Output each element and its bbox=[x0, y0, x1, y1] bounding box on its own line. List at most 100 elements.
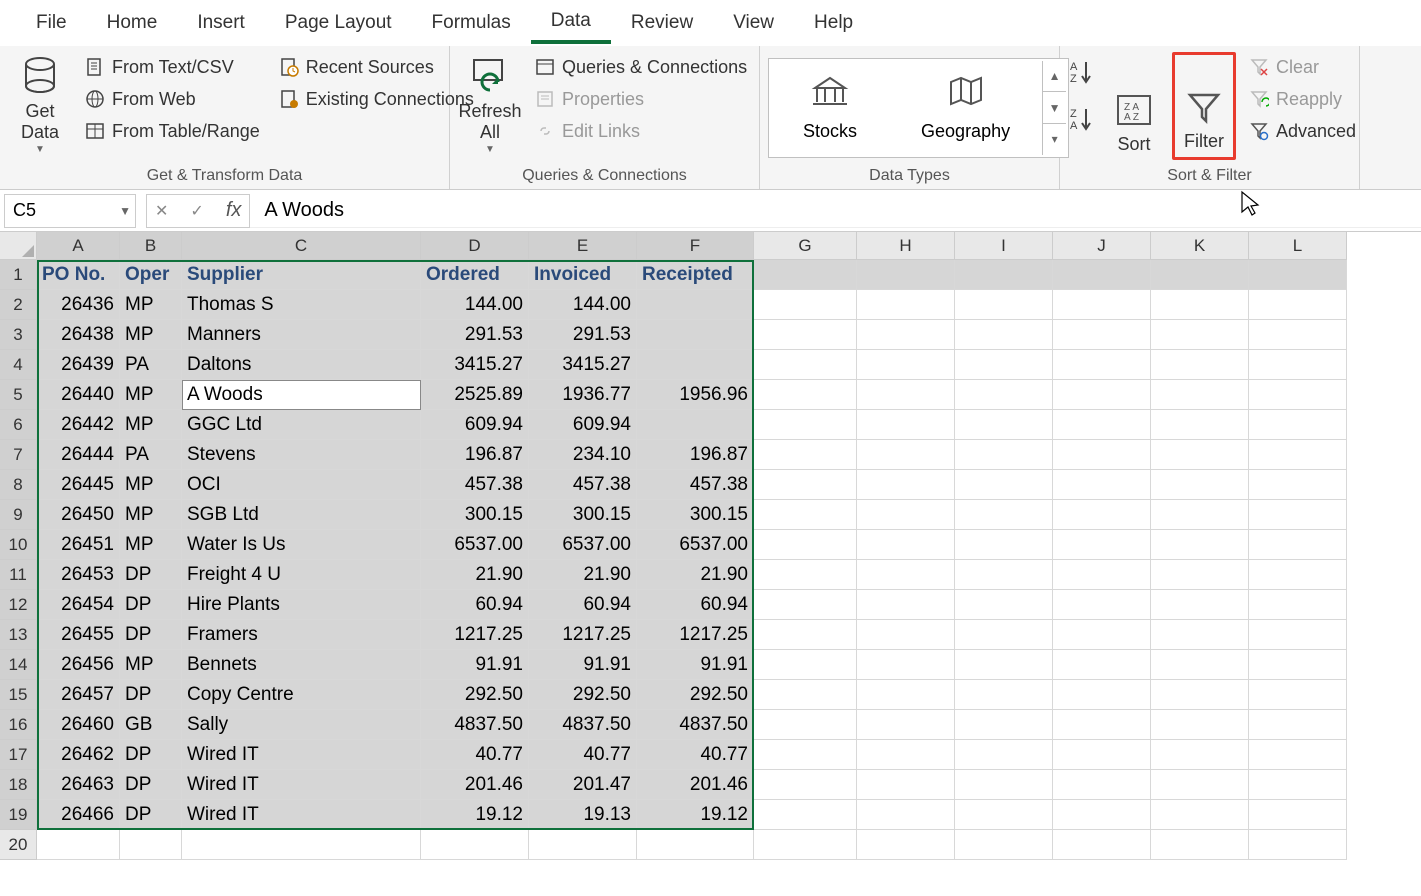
col-header-B[interactable]: B bbox=[120, 232, 182, 260]
cell-E1[interactable]: Invoiced bbox=[529, 260, 637, 290]
cell-D19[interactable]: 19.12 bbox=[421, 800, 529, 830]
tab-formulas[interactable]: Formulas bbox=[412, 4, 531, 42]
cell-J7[interactable] bbox=[1053, 440, 1151, 470]
row-header-12[interactable]: 12 bbox=[0, 590, 37, 620]
cell-E13[interactable]: 1217.25 bbox=[529, 620, 637, 650]
row-header-20[interactable]: 20 bbox=[0, 830, 37, 860]
cell-J15[interactable] bbox=[1053, 680, 1151, 710]
cell-G8[interactable] bbox=[754, 470, 857, 500]
cell-F7[interactable]: 196.87 bbox=[637, 440, 754, 470]
row-header-8[interactable]: 8 bbox=[0, 470, 37, 500]
advanced-button[interactable]: Advanced bbox=[1242, 116, 1362, 146]
row-header-19[interactable]: 19 bbox=[0, 800, 37, 830]
tab-home[interactable]: Home bbox=[87, 4, 178, 42]
cell-K15[interactable] bbox=[1151, 680, 1249, 710]
cell-K8[interactable] bbox=[1151, 470, 1249, 500]
cell-I9[interactable] bbox=[955, 500, 1053, 530]
row-header-9[interactable]: 9 bbox=[0, 500, 37, 530]
cell-B17[interactable]: DP bbox=[120, 740, 182, 770]
cell-A12[interactable]: 26454 bbox=[37, 590, 120, 620]
cell-I20[interactable] bbox=[955, 830, 1053, 860]
cell-G5[interactable] bbox=[754, 380, 857, 410]
cell-I10[interactable] bbox=[955, 530, 1053, 560]
cell-C16[interactable]: Sally bbox=[182, 710, 421, 740]
cell-K14[interactable] bbox=[1151, 650, 1249, 680]
cell-J8[interactable] bbox=[1053, 470, 1151, 500]
row-header-13[interactable]: 13 bbox=[0, 620, 37, 650]
cell-I7[interactable] bbox=[955, 440, 1053, 470]
cell-C1[interactable]: Supplier bbox=[182, 260, 421, 290]
cell-F18[interactable]: 201.46 bbox=[637, 770, 754, 800]
cell-K17[interactable] bbox=[1151, 740, 1249, 770]
chevron-down-icon[interactable]: ▼ bbox=[119, 204, 131, 218]
cell-B12[interactable]: DP bbox=[120, 590, 182, 620]
cell-K11[interactable] bbox=[1151, 560, 1249, 590]
cell-K16[interactable] bbox=[1151, 710, 1249, 740]
cell-L10[interactable] bbox=[1249, 530, 1347, 560]
cell-I13[interactable] bbox=[955, 620, 1053, 650]
geography-button[interactable]: Geography bbox=[889, 66, 1042, 150]
cell-C2[interactable]: Thomas S bbox=[182, 290, 421, 320]
cell-G13[interactable] bbox=[754, 620, 857, 650]
cell-K18[interactable] bbox=[1151, 770, 1249, 800]
cell-C11[interactable]: Freight 4 U bbox=[182, 560, 421, 590]
queries-connections-button[interactable]: Queries & Connections bbox=[528, 52, 753, 82]
tab-insert[interactable]: Insert bbox=[177, 4, 265, 42]
reapply-button[interactable]: Reapply bbox=[1242, 84, 1362, 114]
cell-D7[interactable]: 196.87 bbox=[421, 440, 529, 470]
cell-H7[interactable] bbox=[857, 440, 955, 470]
row-header-3[interactable]: 3 bbox=[0, 320, 37, 350]
cell-C18[interactable]: Wired IT bbox=[182, 770, 421, 800]
cell-A10[interactable]: 26451 bbox=[37, 530, 120, 560]
cell-D4[interactable]: 3415.27 bbox=[421, 350, 529, 380]
cell-I8[interactable] bbox=[955, 470, 1053, 500]
cell-C7[interactable]: Stevens bbox=[182, 440, 421, 470]
cell-A8[interactable]: 26445 bbox=[37, 470, 120, 500]
cell-K2[interactable] bbox=[1151, 290, 1249, 320]
cell-A6[interactable]: 26442 bbox=[37, 410, 120, 440]
col-header-H[interactable]: H bbox=[857, 232, 955, 260]
cell-L15[interactable] bbox=[1249, 680, 1347, 710]
cell-C17[interactable]: Wired IT bbox=[182, 740, 421, 770]
cell-F6[interactable] bbox=[637, 410, 754, 440]
cell-B1[interactable]: Oper bbox=[120, 260, 182, 290]
cell-H6[interactable] bbox=[857, 410, 955, 440]
cell-L4[interactable] bbox=[1249, 350, 1347, 380]
cell-F3[interactable] bbox=[637, 320, 754, 350]
cell-D16[interactable]: 4837.50 bbox=[421, 710, 529, 740]
cell-H19[interactable] bbox=[857, 800, 955, 830]
cell-B15[interactable]: DP bbox=[120, 680, 182, 710]
cell-C19[interactable]: Wired IT bbox=[182, 800, 421, 830]
cell-A16[interactable]: 26460 bbox=[37, 710, 120, 740]
cell-I18[interactable] bbox=[955, 770, 1053, 800]
cell-A13[interactable]: 26455 bbox=[37, 620, 120, 650]
cell-F14[interactable]: 91.91 bbox=[637, 650, 754, 680]
row-header-11[interactable]: 11 bbox=[0, 560, 37, 590]
cell-C5[interactable]: A Woods bbox=[182, 380, 421, 410]
cell-A15[interactable]: 26457 bbox=[37, 680, 120, 710]
row-header-7[interactable]: 7 bbox=[0, 440, 37, 470]
cell-F16[interactable]: 4837.50 bbox=[637, 710, 754, 740]
cell-J18[interactable] bbox=[1053, 770, 1151, 800]
sort-asc-button[interactable]: AZ bbox=[1068, 58, 1096, 91]
enter-icon[interactable]: ✓ bbox=[190, 201, 203, 221]
from-web-button[interactable]: From Web bbox=[78, 84, 266, 114]
row-header-10[interactable]: 10 bbox=[0, 530, 37, 560]
cell-C14[interactable]: Bennets bbox=[182, 650, 421, 680]
row-header-16[interactable]: 16 bbox=[0, 710, 37, 740]
cell-F10[interactable]: 6537.00 bbox=[637, 530, 754, 560]
tab-help[interactable]: Help bbox=[794, 4, 873, 42]
cell-G9[interactable] bbox=[754, 500, 857, 530]
col-header-I[interactable]: I bbox=[955, 232, 1053, 260]
cell-I19[interactable] bbox=[955, 800, 1053, 830]
cell-G18[interactable] bbox=[754, 770, 857, 800]
cell-E9[interactable]: 300.15 bbox=[529, 500, 637, 530]
cell-J11[interactable] bbox=[1053, 560, 1151, 590]
cell-B2[interactable]: MP bbox=[120, 290, 182, 320]
cell-H11[interactable] bbox=[857, 560, 955, 590]
row-header-15[interactable]: 15 bbox=[0, 680, 37, 710]
cell-L8[interactable] bbox=[1249, 470, 1347, 500]
col-header-C[interactable]: C bbox=[182, 232, 421, 260]
cell-L2[interactable] bbox=[1249, 290, 1347, 320]
cell-E14[interactable]: 91.91 bbox=[529, 650, 637, 680]
